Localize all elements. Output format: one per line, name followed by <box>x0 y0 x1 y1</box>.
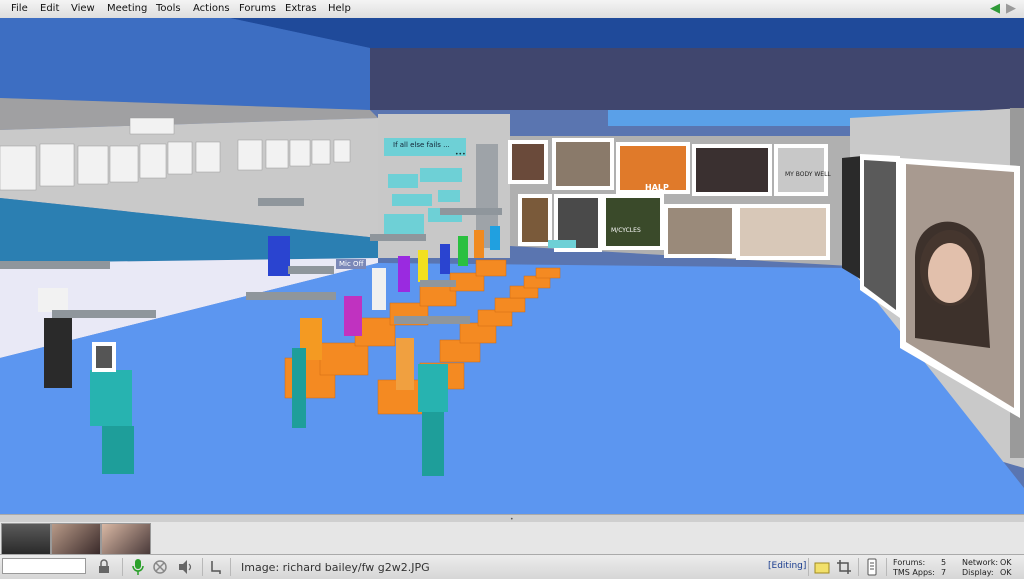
menu-bar: File Edit View Meeting Tools Actions For… <box>0 0 1024 19</box>
menu-file[interactable]: File <box>11 3 28 14</box>
status-bar: Image: richard bailey/fw g2w2.JPG [Editi… <box>0 554 1024 579</box>
avatar-name-tag <box>258 198 304 206</box>
menu-actions[interactable]: Actions <box>193 3 230 14</box>
mute-icon[interactable] <box>150 557 170 577</box>
navigation-arrows: ◀ ▶ <box>990 1 1016 17</box>
current-image-path: Image: richard bailey/fw g2w2.JPG <box>241 561 430 574</box>
menu-extras[interactable]: Extras <box>285 3 317 14</box>
separator <box>886 558 887 576</box>
folder-icon[interactable] <box>812 557 832 577</box>
separator <box>808 558 809 576</box>
forward-arrow-icon[interactable]: ▶ <box>1006 1 1016 17</box>
avatar-name-tag <box>394 316 470 324</box>
network-label: Network: <box>962 558 999 567</box>
webcam-thumbnail[interactable] <box>101 523 151 555</box>
separator <box>858 558 859 576</box>
avatar-name-tag <box>420 280 456 287</box>
menu-forums[interactable]: Forums <box>239 3 276 14</box>
crop-icon[interactable] <box>834 557 854 577</box>
mic-status-label: Mic Off <box>336 259 367 269</box>
chat-input[interactable] <box>2 558 86 574</box>
back-arrow-icon[interactable]: ◀ <box>990 1 1000 17</box>
scene-graphics: ••• <box>0 18 1024 514</box>
menu-tools[interactable]: Tools <box>156 3 181 14</box>
menu-meeting[interactable]: Meeting <box>107 3 147 14</box>
board-title: If all else fails ... <box>390 140 453 150</box>
ceiling-beam <box>230 18 1024 48</box>
lock-icon[interactable] <box>94 557 114 577</box>
separator <box>202 558 203 576</box>
3d-viewport[interactable]: ••• If all else fails ... Mic Off HALP M… <box>0 18 1024 514</box>
speaker-icon[interactable] <box>176 557 196 577</box>
editing-indicator: [Editing] <box>768 561 807 571</box>
forums-count: 5 <box>941 558 947 567</box>
display-label: Display: <box>962 568 994 577</box>
chair-icon[interactable] <box>206 557 226 577</box>
avatar-name-tag <box>52 310 156 318</box>
microphone-icon[interactable] <box>128 557 148 577</box>
separator <box>230 558 231 576</box>
photo-caption-body: MY BODY WELL <box>785 171 831 178</box>
tms-apps-count: 7 <box>941 568 947 577</box>
avatar-name-tag <box>0 261 110 269</box>
phone-icon[interactable] <box>862 557 882 577</box>
display-value: OK <box>1000 568 1012 577</box>
photo-caption-halp: HALP <box>645 183 669 192</box>
avatar-name-tag <box>370 234 426 241</box>
photo-caption-cycles: M/CYCLES <box>611 227 641 234</box>
board-note-text: ••• <box>455 151 466 158</box>
ceiling-dark-panel <box>370 48 1024 110</box>
menu-view[interactable]: View <box>71 3 95 14</box>
webcam-strip <box>0 522 1024 555</box>
avatar-name-tag <box>288 266 334 274</box>
menu-help[interactable]: Help <box>328 3 351 14</box>
avatar-name-tag <box>246 292 336 300</box>
menu-edit[interactable]: Edit <box>40 3 59 14</box>
avatar-name-tag <box>440 208 502 215</box>
webcam-thumbnail[interactable] <box>1 523 51 555</box>
network-value: OK <box>1000 558 1012 567</box>
webcam-thumbnail[interactable] <box>51 523 101 555</box>
tms-apps-label: TMS Apps: <box>893 568 935 577</box>
separator <box>122 558 123 576</box>
forums-label: Forums: <box>893 558 926 567</box>
